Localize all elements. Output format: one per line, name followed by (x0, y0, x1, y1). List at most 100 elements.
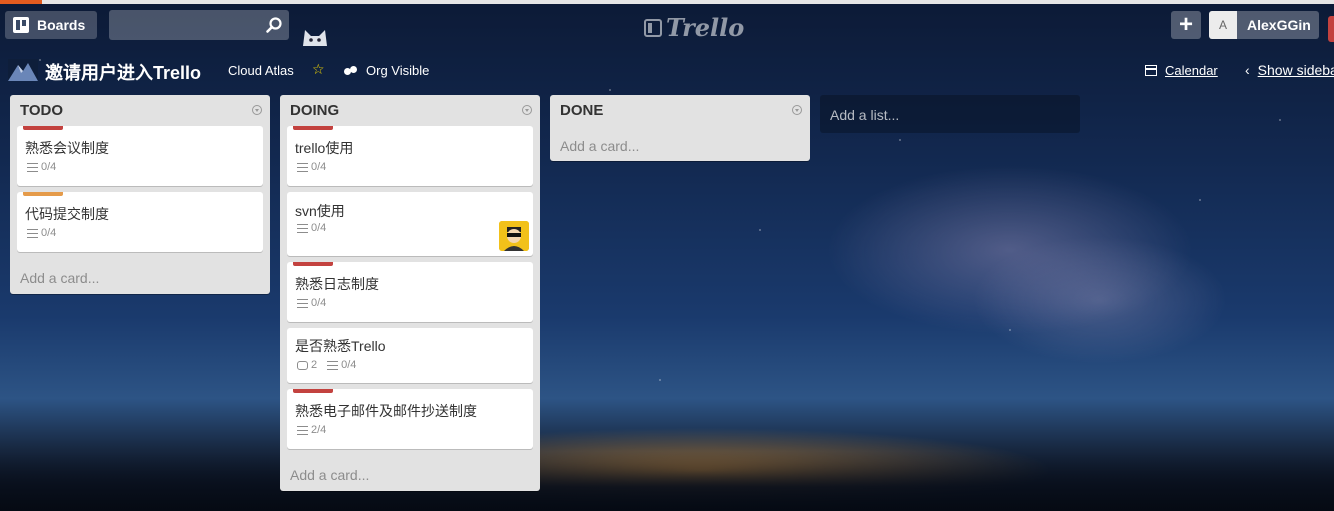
search-box[interactable] (109, 10, 289, 40)
board-title[interactable]: 邀请用户进入Trello (45, 59, 201, 85)
add-button[interactable]: + (1171, 11, 1201, 39)
app-header: Boards Trello + A AlexGGin (0, 4, 1334, 46)
calendar-icon (1145, 65, 1157, 76)
checklist-icon (297, 425, 308, 435)
checklist-icon (27, 162, 38, 172)
show-sidebar-label: Show sidebar (1257, 62, 1334, 78)
visibility-label: Org Visible (366, 63, 430, 78)
card-badges: 0/4 (27, 227, 56, 239)
add-card-link[interactable]: Add a card... (20, 270, 99, 286)
people-icon (344, 65, 358, 76)
checklist-badge: 0/4 (297, 222, 326, 234)
checklist-count: 0/4 (341, 359, 357, 371)
member-avatar: A (1209, 11, 1237, 39)
board-avatar-icon (8, 63, 38, 81)
list-doing: DOING trello使用 0/4 svn使用 0/4 熟悉日志制度 0/4 … (280, 95, 540, 491)
checklist-count: 2/4 (311, 424, 327, 436)
card-title: 熟悉电子邮件及邮件抄送制度 (295, 403, 477, 419)
card-badges: 0/4 (297, 222, 326, 234)
member-avatar-icon (499, 221, 529, 251)
checklist-count: 0/4 (41, 161, 57, 173)
chevron-left-icon: ‹ (1245, 62, 1250, 78)
checklist-icon (327, 360, 339, 370)
add-list-label: Add a list... (830, 107, 900, 123)
background-mountains (0, 451, 1334, 511)
list-todo: TODO 熟悉会议制度 0/4 代码提交制度 0/4 Add a card... (10, 95, 270, 294)
checklist-icon (297, 223, 308, 233)
taco-mascot-icon[interactable] (300, 26, 330, 48)
list-header: TODO (10, 95, 270, 125)
checklist-badge: 0/4 (27, 227, 56, 239)
card-title: 是否熟悉Trello (295, 338, 386, 354)
card-badges: 2 0/4 (297, 359, 356, 371)
card-member-avatar[interactable] (499, 221, 529, 251)
calendar-button[interactable]: Calendar (1145, 63, 1218, 78)
checklist-count: 0/4 (311, 161, 327, 173)
checklist-badge: 0/4 (297, 297, 326, 309)
card-title: svn使用 (295, 203, 345, 219)
checklist-count: 0/4 (311, 222, 327, 234)
search-icon[interactable] (265, 16, 283, 34)
notifications-edge[interactable] (1328, 16, 1334, 42)
card-title: trello使用 (295, 140, 354, 156)
boards-icon (13, 17, 29, 33)
card-label-red (293, 262, 333, 266)
card-title: 熟悉会议制度 (25, 140, 109, 156)
list-header: DONE (550, 95, 810, 125)
list-menu-icon[interactable] (792, 105, 802, 115)
card[interactable]: 熟悉会议制度 0/4 (17, 126, 263, 186)
list-menu-icon[interactable] (252, 105, 262, 115)
board-org-link[interactable]: Cloud Atlas (228, 63, 294, 78)
add-card-link[interactable]: Add a card... (560, 138, 639, 154)
list-title[interactable]: DONE (560, 102, 603, 119)
card[interactable]: svn使用 0/4 (287, 192, 533, 256)
search-input[interactable] (109, 10, 275, 38)
card-badges: 0/4 (27, 161, 56, 173)
trello-logo[interactable]: Trello (644, 13, 744, 42)
trello-logo-icon (644, 18, 662, 37)
member-name: AlexGGin (1247, 17, 1311, 33)
card-badges: 0/4 (297, 297, 326, 309)
card[interactable]: 熟悉电子邮件及邮件抄送制度 2/4 (287, 389, 533, 449)
boards-button[interactable]: Boards (5, 11, 98, 39)
add-list-button[interactable]: Add a list... (820, 95, 1080, 133)
card[interactable]: 代码提交制度 0/4 (17, 192, 263, 252)
member-menu-button[interactable]: A AlexGGin (1209, 11, 1319, 39)
list-title[interactable]: TODO (20, 102, 63, 119)
card-label-red (293, 389, 333, 393)
checklist-badge: 0/4 (297, 161, 326, 173)
list-title[interactable]: DOING (290, 102, 339, 119)
card-badges: 0/4 (297, 161, 326, 173)
checklist-badge: 0/4 (27, 161, 56, 173)
add-card-link[interactable]: Add a card... (290, 467, 369, 483)
board-avatar[interactable] (8, 59, 38, 81)
board-header: 邀请用户进入Trello Cloud Atlas ☆ Org Visible C… (0, 55, 1334, 85)
card-title: 熟悉日志制度 (295, 276, 379, 292)
checklist-icon (297, 298, 308, 308)
boards-label: Boards (37, 17, 86, 33)
checklist-badge: 2/4 (297, 424, 326, 436)
card-label-orange (23, 192, 63, 196)
list-header: DOING (280, 95, 540, 125)
card[interactable]: 熟悉日志制度 0/4 (287, 262, 533, 322)
card[interactable]: 是否熟悉Trello 2 0/4 (287, 328, 533, 383)
calendar-label: Calendar (1165, 63, 1218, 78)
checklist-count: 0/4 (41, 227, 57, 239)
card[interactable]: trello使用 0/4 (287, 126, 533, 186)
card-title: 代码提交制度 (25, 206, 109, 222)
checklist-count: 0/4 (311, 297, 327, 309)
list-menu-icon[interactable] (522, 105, 532, 115)
checklist-icon (27, 228, 38, 238)
comment-icon (297, 360, 308, 370)
trello-logo-text: Trello (666, 13, 745, 42)
show-sidebar-button[interactable]: ‹ Show sidebar (1245, 62, 1334, 78)
comments-badge: 2 (297, 359, 317, 371)
card-label-red (293, 126, 333, 130)
checklist-badge: 0/4 (327, 359, 356, 371)
visibility-button[interactable]: Org Visible (344, 63, 429, 78)
card-badges: 2/4 (297, 424, 326, 436)
card-label-red (23, 126, 63, 130)
star-icon[interactable]: ☆ (312, 61, 325, 78)
checklist-icon (297, 162, 308, 172)
list-done: DONE Add a card... (550, 95, 810, 161)
